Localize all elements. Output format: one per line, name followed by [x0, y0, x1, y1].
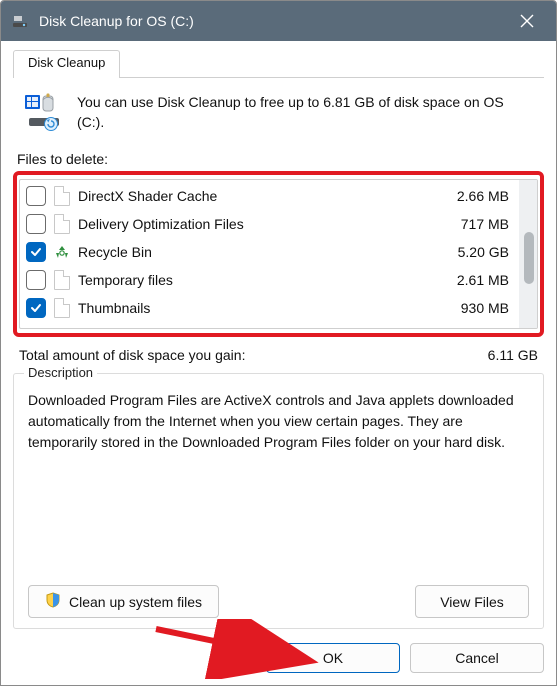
file-size: 2.66 MB	[431, 188, 513, 204]
description-heading: Description	[24, 365, 97, 380]
document-icon	[54, 298, 70, 318]
app-icon	[11, 12, 29, 30]
file-size: 717 MB	[431, 216, 513, 232]
total-label: Total amount of disk space you gain:	[19, 347, 488, 363]
document-icon	[54, 214, 70, 234]
checkbox[interactable]	[26, 242, 46, 262]
file-name: Delivery Optimization Files	[78, 216, 423, 232]
button-label: Cancel	[455, 650, 499, 666]
ok-button[interactable]: OK	[266, 643, 400, 673]
tab-label: Disk Cleanup	[28, 55, 105, 70]
window-title: Disk Cleanup for OS (C:)	[39, 13, 494, 29]
cancel-button[interactable]: Cancel	[410, 643, 544, 673]
total-value: 6.11 GB	[488, 347, 538, 363]
document-icon	[54, 270, 70, 290]
description-group: Description Downloaded Program Files are…	[13, 373, 544, 629]
view-files-button[interactable]: View Files	[415, 585, 529, 618]
document-icon	[54, 186, 70, 206]
file-row[interactable]: Recycle Bin 5.20 GB	[20, 238, 519, 266]
checkbox[interactable]	[26, 270, 46, 290]
disk-cleanup-icon	[23, 92, 63, 132]
file-name: Recycle Bin	[78, 244, 423, 260]
file-name: Temporary files	[78, 272, 423, 288]
tabstrip: Disk Cleanup	[13, 49, 544, 78]
annotation-highlight: DirectX Shader Cache 2.66 MB Delivery Opti…	[13, 171, 544, 337]
window: Disk Cleanup for OS (C:) Disk Cleanup	[0, 0, 557, 686]
files-to-delete-label: Files to delete:	[17, 151, 544, 167]
scrollbar-thumb[interactable]	[524, 232, 534, 284]
checkbox[interactable]	[26, 298, 46, 318]
description-text: Downloaded Program Files are ActiveX con…	[28, 390, 529, 453]
close-icon	[520, 14, 534, 28]
intro-row: You can use Disk Cleanup to free up to 6…	[13, 78, 544, 143]
checkbox[interactable]	[26, 186, 46, 206]
tab-disk-cleanup[interactable]: Disk Cleanup	[13, 50, 120, 78]
shield-icon	[45, 592, 61, 611]
file-size: 2.61 MB	[431, 272, 513, 288]
file-size: 5.20 GB	[431, 244, 513, 260]
file-size: 930 MB	[431, 300, 513, 316]
files-list[interactable]: DirectX Shader Cache 2.66 MB Delivery Opti…	[19, 179, 538, 329]
file-name: Thumbnails	[78, 300, 423, 316]
footer-buttons: OK Cancel	[13, 643, 544, 673]
file-row[interactable]: Thumbnails 930 MB	[20, 294, 519, 322]
file-name: DirectX Shader Cache	[78, 188, 423, 204]
scrollbar[interactable]	[519, 180, 537, 328]
file-row[interactable]: Delivery Optimization Files 717 MB	[20, 210, 519, 238]
checkbox[interactable]	[26, 214, 46, 234]
button-label: View Files	[440, 594, 504, 610]
file-row[interactable]: DirectX Shader Cache 2.66 MB	[20, 182, 519, 210]
intro-text: You can use Disk Cleanup to free up to 6…	[77, 92, 532, 133]
dialog-body: Disk Cleanup	[1, 41, 556, 685]
button-label: OK	[323, 650, 343, 666]
titlebar: Disk Cleanup for OS (C:)	[1, 1, 556, 41]
file-row[interactable]: Temporary files 2.61 MB	[20, 266, 519, 294]
button-label: Clean up system files	[69, 594, 202, 610]
recycle-bin-icon	[54, 242, 70, 262]
close-button[interactable]	[504, 1, 550, 41]
cleanup-system-files-button[interactable]: Clean up system files	[28, 585, 219, 618]
